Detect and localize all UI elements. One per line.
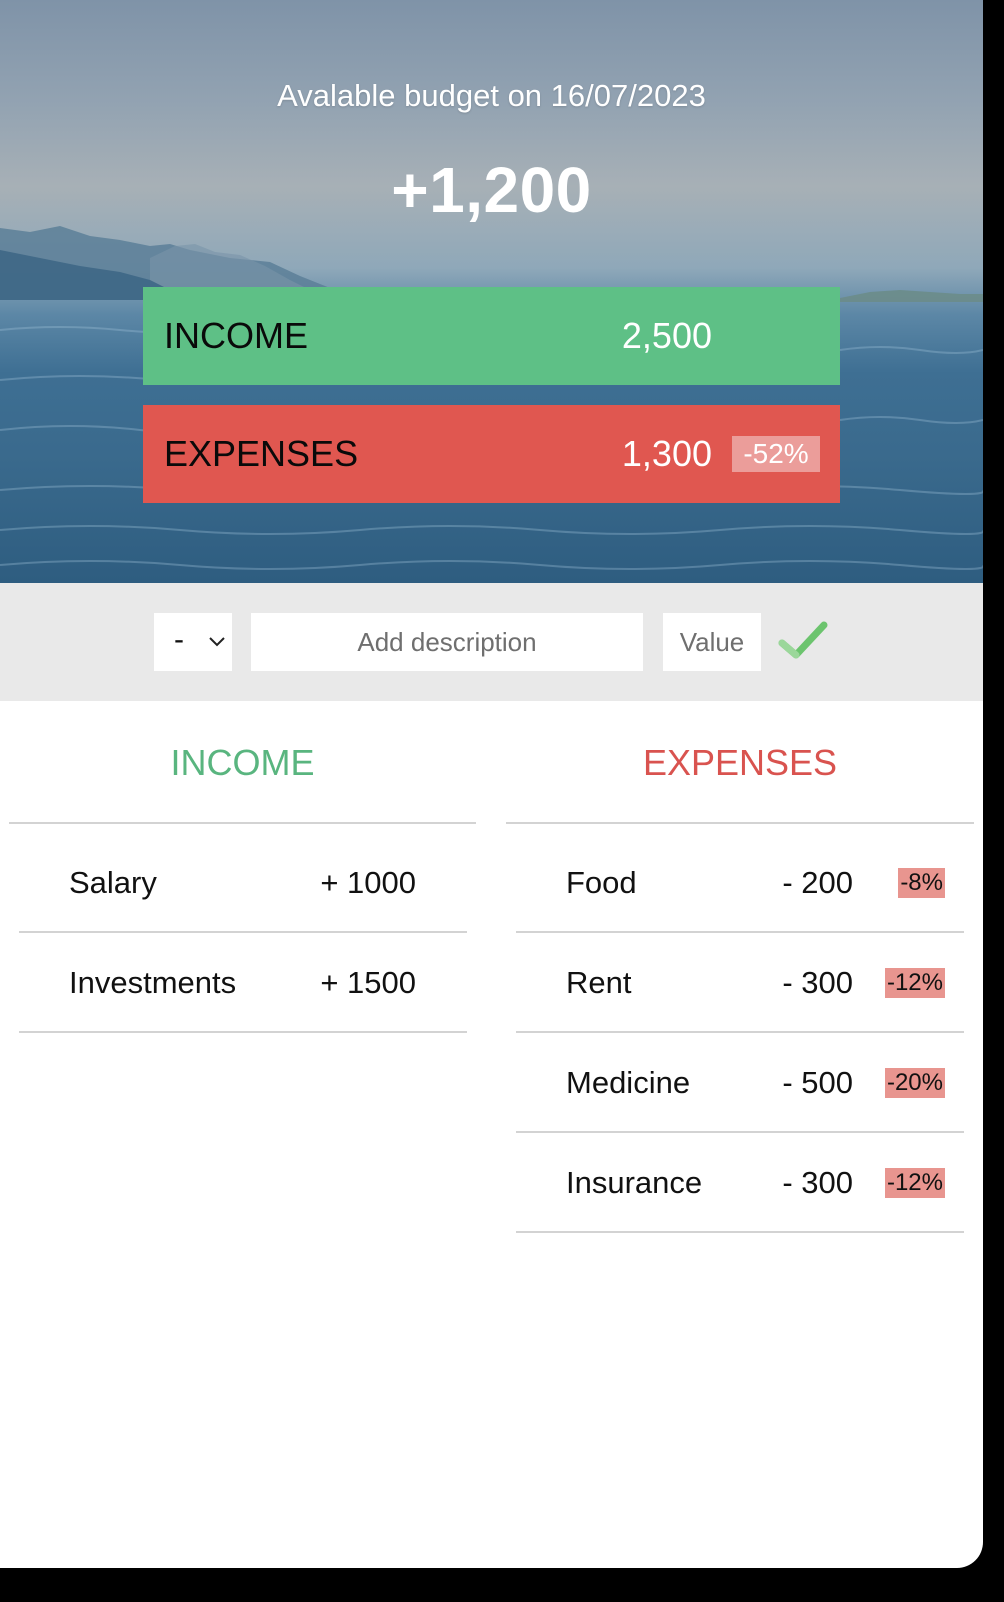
item-description: Insurance (566, 1165, 703, 1200)
expenses-summary-value: 1,300 (621, 433, 712, 474)
expenses-percentage-badge: -52% (732, 436, 820, 472)
item-description: Rent (566, 965, 632, 1000)
item-value: - 300 (782, 965, 853, 1000)
income-summary-label: INCOME (164, 315, 308, 356)
item-description: Investments (69, 965, 237, 1000)
income-list: Salary + 1000 Investments + 1500 (19, 833, 467, 1033)
add-entry-bar: - (0, 583, 983, 701)
item-description: Food (566, 865, 637, 900)
item-value: + 1000 (320, 865, 416, 900)
budget-app: Avalable budget on 16/07/2023 +1,200 INC… (0, 0, 983, 1568)
description-input[interactable] (251, 613, 643, 671)
item-description: Medicine (566, 1065, 691, 1100)
expenses-title-divider (506, 822, 974, 824)
expenses-list: Food - 200 -8% Rent - 300 -12% Medicine … (516, 833, 964, 1233)
expenses-list-title: EXPENSES (642, 742, 838, 783)
chevron-down-icon (209, 637, 225, 647)
budget-title: Avalable budget on 16/07/2023 (277, 78, 706, 113)
add-entry-button[interactable] (778, 619, 830, 667)
budget-header: Avalable budget on 16/07/2023 +1,200 INC… (0, 0, 983, 583)
checkmark-icon (778, 621, 828, 659)
value-input[interactable] (663, 613, 761, 671)
type-select[interactable]: - (154, 613, 232, 671)
item-value: - 300 (782, 1165, 853, 1200)
list-item[interactable]: Food - 200 -8% (516, 833, 964, 933)
income-title-divider (9, 822, 476, 824)
item-value: - 500 (782, 1065, 853, 1100)
income-list-title: INCOME (170, 742, 315, 783)
type-select-value: - (174, 623, 184, 656)
item-percentage-badge: -12% (884, 1168, 945, 1198)
expenses-summary-label: EXPENSES (164, 433, 359, 474)
list-item[interactable]: Salary + 1000 (19, 833, 467, 933)
item-value: + 1500 (320, 965, 416, 1000)
list-item[interactable]: Investments + 1500 (19, 933, 467, 1033)
list-item[interactable]: Insurance - 300 -12% (516, 1133, 964, 1233)
item-percentage-badge: -20% (884, 1068, 945, 1098)
income-summary-value: 2,500 (621, 315, 712, 356)
item-description: Salary (69, 865, 157, 900)
item-percentage-badge: -8% (898, 868, 945, 898)
list-item[interactable]: Medicine - 500 -20% (516, 1033, 964, 1133)
item-value: - 200 (782, 865, 853, 900)
available-budget-value: +1,200 (391, 154, 592, 226)
income-summary: INCOME 2,500 (143, 287, 840, 385)
list-item[interactable]: Rent - 300 -12% (516, 933, 964, 1033)
item-percentage-badge: -12% (884, 968, 945, 998)
expenses-summary: EXPENSES 1,300 -52% (143, 405, 840, 503)
